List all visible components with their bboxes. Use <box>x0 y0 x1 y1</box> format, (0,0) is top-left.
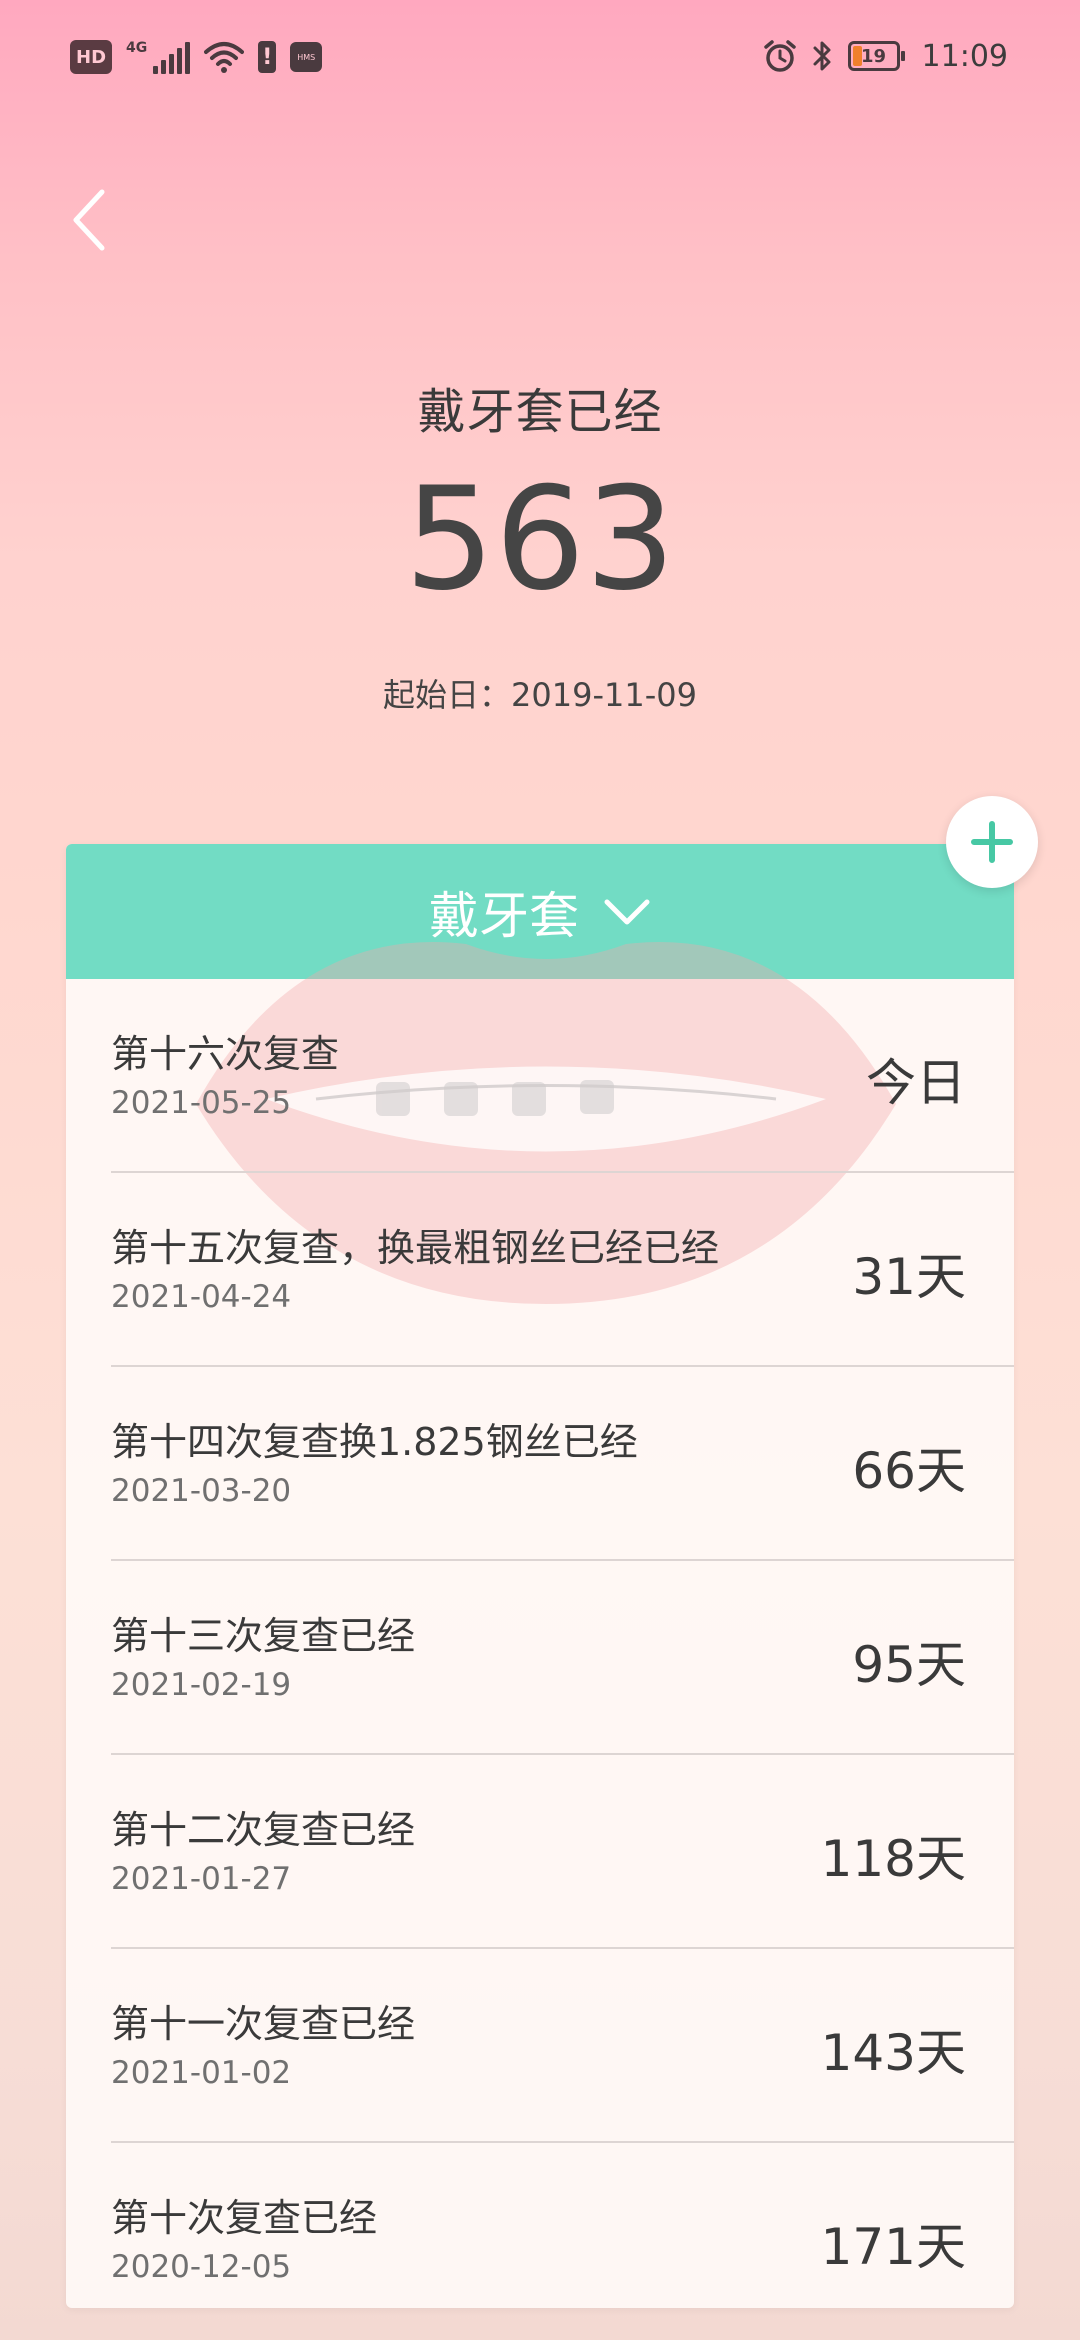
list-item[interactable]: 第十次复查已经 2020-12-05 171天 <box>111 2143 1014 2308</box>
back-button[interactable] <box>60 180 120 260</box>
record-card: 戴牙套 第十六次复查 2021-05-25 今日 第十五次复查，换最粗钢丝已经已… <box>66 844 1014 2308</box>
list-item[interactable]: 第十一次复查已经 2021-01-02 143天 <box>111 1949 1014 2143</box>
hd-icon: HD <box>70 40 113 74</box>
record-title: 第十五次复查，换最粗钢丝已经已经 <box>111 1226 720 1270</box>
page-title: 戴牙套已经 <box>417 384 663 440</box>
list-item[interactable]: 第十五次复查，换最粗钢丝已经已经 2021-04-24 31天 <box>111 1173 1014 1367</box>
status-bar: HD 4G ! HMS 19 11:09 <box>0 0 1080 120</box>
category-label: 戴牙套 <box>429 886 579 945</box>
hms-icon: HMS <box>290 42 323 72</box>
category-selector[interactable]: 戴牙套 <box>66 844 1014 979</box>
bluetooth-icon <box>813 41 831 71</box>
record-title: 第十三次复查已经 <box>111 1614 416 1658</box>
record-days: 143天 <box>820 2024 966 2082</box>
alarm-icon <box>763 40 796 72</box>
list-item[interactable]: 第十六次复查 2021-05-25 今日 <box>111 979 1014 1173</box>
record-date: 2021-04-24 <box>111 1279 292 1315</box>
record-title: 第十六次复查 <box>111 1032 340 1076</box>
record-title: 第十二次复查已经 <box>111 1808 416 1852</box>
record-title: 第十次复查已经 <box>111 2196 378 2240</box>
network-type-label: 4G <box>126 40 148 56</box>
battery-icon: 19 <box>847 41 905 71</box>
list-item[interactable]: 第十二次复查已经 2021-01-27 118天 <box>111 1755 1014 1949</box>
record-list: 第十六次复查 2021-05-25 今日 第十五次复查，换最粗钢丝已经已经 20… <box>66 979 1014 2308</box>
list-item[interactable]: 第十四次复查换1.825钢丝已经 2021-03-20 66天 <box>111 1367 1014 1561</box>
record-date: 2021-02-19 <box>111 1667 292 1703</box>
record-date: 2020-12-05 <box>111 2249 292 2285</box>
signal-icon <box>153 40 191 74</box>
day-count: 563 <box>404 457 676 622</box>
record-days: 95天 <box>852 1636 966 1694</box>
status-left: HD 4G ! HMS <box>70 40 323 74</box>
status-right: 19 11:09 <box>762 38 1008 74</box>
list-item[interactable]: 第十三次复查已经 2021-02-19 95天 <box>111 1561 1014 1755</box>
chevron-left-icon <box>73 189 105 251</box>
clock: 11:09 <box>921 38 1008 74</box>
record-date: 2021-03-20 <box>111 1473 292 1509</box>
chevron-down-icon <box>604 899 650 924</box>
record-days: 31天 <box>852 1248 966 1306</box>
plus-icon <box>971 821 1013 863</box>
record-title: 第十一次复查已经 <box>111 2002 416 2046</box>
record-days: 今日 <box>866 1054 966 1112</box>
record-days: 118天 <box>820 1830 966 1888</box>
record-days: 66天 <box>852 1442 966 1500</box>
alert-icon: ! <box>258 41 277 73</box>
start-date: 起始日：2019-11-09 <box>383 676 697 714</box>
record-title: 第十四次复查换1.825钢丝已经 <box>111 1420 638 1464</box>
record-days: 171天 <box>820 2218 966 2276</box>
add-button[interactable] <box>946 796 1038 888</box>
battery-level: 19 <box>861 45 887 67</box>
record-date: 2021-05-25 <box>111 1085 292 1121</box>
record-date: 2021-01-27 <box>111 1861 292 1897</box>
record-date: 2021-01-02 <box>111 2055 292 2091</box>
wifi-icon <box>204 42 245 73</box>
